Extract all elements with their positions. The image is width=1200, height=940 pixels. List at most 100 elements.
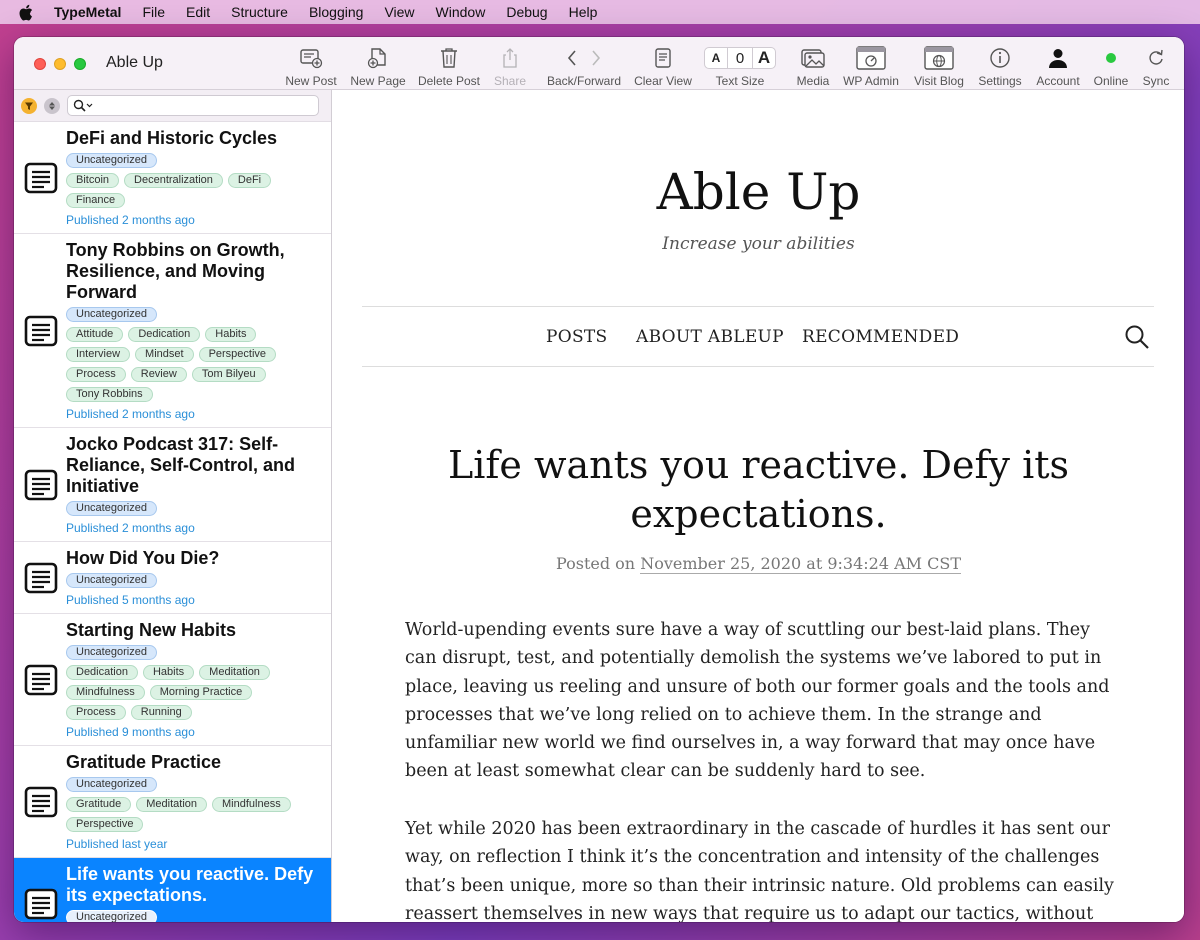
post-tag: DeFi [227,173,272,188]
online-status[interactable]: Online [1091,37,1131,90]
post-tag: Running [130,705,192,720]
window-title: Able Up [106,54,163,71]
sort-button[interactable] [44,97,60,114]
back-forward-control[interactable]: Back/Forward [545,37,623,90]
new-page-label: New Page [350,74,406,88]
sync-icon [1147,46,1165,70]
post-tags: Uncategorized [66,908,321,922]
post-tag: Mindset [135,347,194,362]
post-tag: Interview [66,347,131,362]
globe-window-icon [924,46,954,70]
visit-blog-button[interactable]: Visit Blog [909,37,969,90]
sort-arrows-icon [49,101,55,110]
app-window: Able Up New Post New Page Delete Post Sh… [14,37,1184,922]
post-title: Gratitude Practice [66,752,222,772]
share-icon [502,46,518,70]
post-tag: Finance [66,193,126,208]
post-list-item[interactable]: Starting New Habits Uncategorized Dedicati… [14,614,331,746]
post-status: Published 2 months ago [66,213,195,227]
menu-help[interactable]: Help [569,4,598,20]
wp-admin-button[interactable]: WP Admin [840,37,902,90]
minimize-button[interactable] [54,58,66,70]
menu-debug[interactable]: Debug [506,4,547,20]
menu-app-name[interactable]: TypeMetal [54,4,121,20]
post-document-icon [24,663,58,697]
menu-window[interactable]: Window [436,4,486,20]
menu-view[interactable]: View [384,4,414,20]
post-tag: Mindfulness [66,685,145,700]
trash-icon [440,46,458,70]
media-icon [801,46,825,70]
post-list-item[interactable]: Gratitude Practice Uncategorized Gratitude… [14,746,331,858]
post-tag: Dedication [66,665,138,680]
article-title[interactable]: Life wants you reactive. Defy its expect… [383,441,1134,539]
sync-button[interactable]: Sync [1138,37,1174,90]
post-list-item[interactable]: Tony Robbins on Growth, Resilience, and … [14,234,331,428]
post-list-item[interactable]: Life wants you reactive. Defy its expect… [14,858,331,922]
blog-preview[interactable]: Able Up Increase your abilities POSTS AB… [333,90,1184,922]
post-tag: Morning Practice [149,685,253,700]
online-label: Online [1093,74,1129,88]
menu-structure[interactable]: Structure [231,4,288,20]
text-size-segmented[interactable]: A 0 A [704,47,776,69]
post-title: Tony Robbins on Growth, Resilience, and … [66,240,285,302]
nav-about-link[interactable]: ABOUT ABLEUP [636,327,784,347]
funnel-icon [25,102,33,110]
apple-icon[interactable] [18,4,34,20]
settings-button[interactable]: Settings [975,37,1025,90]
visit-blog-label: Visit Blog [914,74,964,88]
menu-file[interactable]: File [142,4,165,20]
text-size-larger-button[interactable]: A [752,47,776,69]
post-tag: Dedication [128,327,201,342]
share-button[interactable]: Share [491,37,529,90]
post-document-icon [24,468,58,502]
toolbar: Able Up New Post New Page Delete Post Sh… [14,37,1184,90]
post-document-icon [24,785,58,819]
article-date-link[interactable]: November 25, 2020 at 9:34:24 AM CST [640,554,962,574]
sync-label: Sync [1142,74,1170,88]
post-list-item[interactable]: Jocko Podcast 317: Self-Reliance, Self-C… [14,428,331,542]
post-tag: Process [66,705,126,720]
back-forward-label: Back/Forward [546,74,622,88]
post-tag: Gratitude [66,797,132,812]
post-list: DeFi and Historic Cycles Uncategorized Bit… [14,122,331,922]
media-button[interactable]: Media [792,37,834,90]
menu-blogging[interactable]: Blogging [309,4,364,20]
settings-label: Settings [978,74,1022,88]
dashboard-icon [856,46,886,70]
post-list-item[interactable]: How Did You Die? Uncategorized Published 5… [14,542,331,614]
post-tag: Habits [142,665,195,680]
window-controls [34,58,94,70]
menu-edit[interactable]: Edit [186,4,210,20]
clear-view-label: Clear View [634,74,692,88]
delete-post-button[interactable]: Delete Post [416,37,482,90]
post-status: Published 9 months ago [66,725,195,739]
post-tag: Tom Bilyeu [191,367,266,382]
post-list-item[interactable]: DeFi and Historic Cycles Uncategorized Bit… [14,122,331,234]
info-icon [989,46,1011,70]
new-post-button[interactable]: New Post [282,37,340,90]
zoom-button[interactable] [74,58,86,70]
text-size-control[interactable]: A 0 A Text Size [702,37,778,90]
site-search-icon[interactable] [1124,324,1150,354]
filter-button[interactable] [21,97,37,114]
new-page-button[interactable]: New Page [348,37,408,90]
account-button[interactable]: Account [1032,37,1084,90]
article-paragraph: World-upending events sure have a way of… [405,620,1110,782]
search-field[interactable] [67,95,319,116]
clear-view-button[interactable]: Clear View [632,37,694,90]
category-tag: Uncategorized [66,645,157,660]
person-icon [1048,46,1068,70]
post-tags: Uncategorized Attitude Dedication Habits Int… [66,305,321,405]
filter-bar [14,90,331,122]
post-tag: Review [130,367,187,382]
post-title: Jocko Podcast 317: Self-Reliance, Self-C… [66,434,296,496]
site-title[interactable]: Able Up [333,163,1184,221]
text-size-smaller-button[interactable]: A [704,47,728,69]
post-document-icon [24,161,58,195]
nav-recommended-link[interactable]: RECOMMENDED [802,327,959,347]
share-label: Share [493,74,527,88]
new-post-label: New Post [285,74,337,88]
close-button[interactable] [34,58,46,70]
nav-posts-link[interactable]: POSTS [546,327,608,347]
